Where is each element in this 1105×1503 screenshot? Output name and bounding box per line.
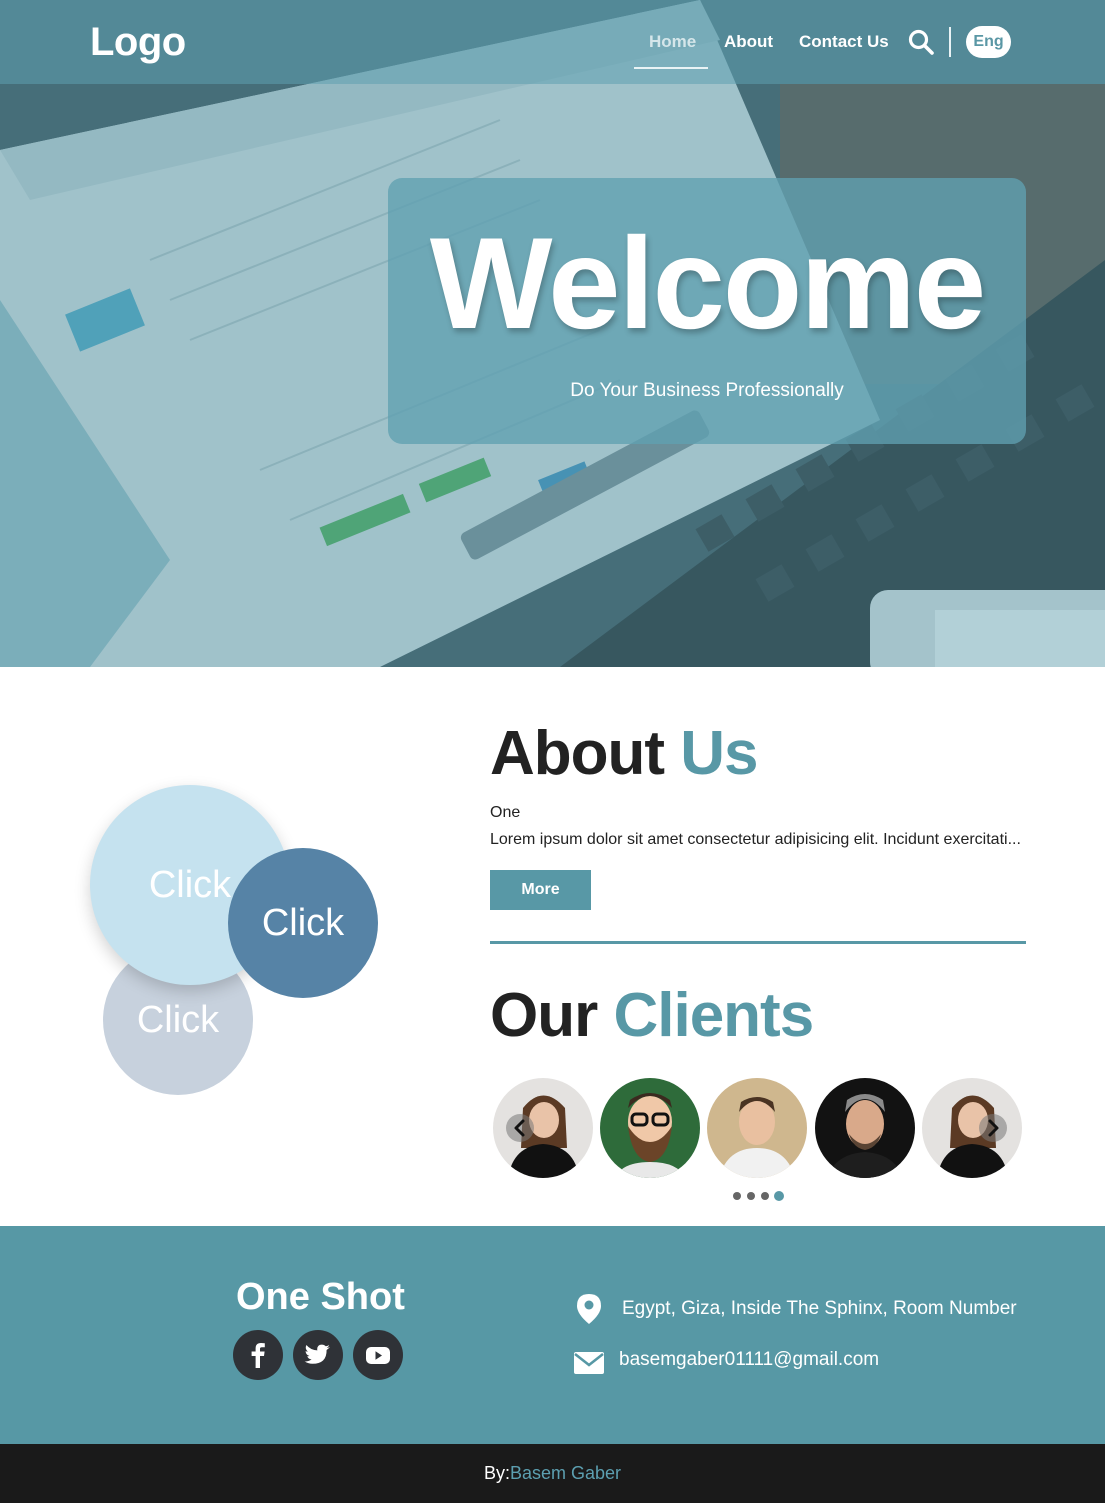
- click-circle-dark-blue[interactable]: Click: [228, 848, 378, 998]
- welcome-card: Welcome Do Your Business Professionally: [388, 178, 1026, 444]
- active-nav-indicator: [634, 67, 708, 69]
- footer-brand: One Shot: [236, 1276, 405, 1318]
- navbar: Logo Home About Contact Us Eng: [0, 0, 1105, 84]
- about-text: Lorem ipsum dolor sit amet consectetur a…: [490, 831, 1021, 848]
- credits-prefix: By:: [483, 1463, 510, 1483]
- youtube-icon[interactable]: [353, 1330, 403, 1380]
- section-divider: [490, 941, 1026, 944]
- more-button[interactable]: More: [490, 870, 591, 910]
- carousel-dot[interactable]: [761, 1192, 769, 1200]
- facebook-icon[interactable]: [233, 1330, 283, 1380]
- client-avatar[interactable]: [922, 1078, 1022, 1178]
- chevron-left-icon[interactable]: [506, 1114, 534, 1142]
- nav-separator: [949, 27, 951, 57]
- about-subheading: One: [490, 804, 521, 821]
- hero-subtitle: Do Your Business Professionally: [570, 380, 844, 401]
- email-link[interactable]: basemgaber01111@gmail.com: [619, 1349, 879, 1371]
- about-title-accent: Us: [680, 719, 758, 788]
- author-link[interactable]: Basem Gaber: [510, 1463, 621, 1483]
- location-pin-icon: [577, 1294, 601, 1324]
- search-icon[interactable]: [907, 28, 935, 56]
- credits-bar: By:Basem Gaber: [0, 1444, 1105, 1503]
- footer: One Shot Egypt, Giza, Inside The Sphinx,…: [0, 1226, 1105, 1444]
- carousel-dot[interactable]: [733, 1192, 741, 1200]
- carousel-dot-active[interactable]: [774, 1191, 784, 1201]
- nav-link-about[interactable]: About: [724, 32, 773, 52]
- client-avatar[interactable]: [600, 1078, 700, 1178]
- nav-link-contact-us[interactable]: Contact Us: [799, 32, 889, 52]
- chevron-right-icon[interactable]: [979, 1114, 1007, 1142]
- carousel-dot[interactable]: [747, 1192, 755, 1200]
- language-button[interactable]: Eng: [966, 26, 1011, 58]
- envelope-icon: [574, 1352, 604, 1374]
- about-title-main: About: [490, 719, 665, 788]
- client-avatar[interactable]: [815, 1078, 915, 1178]
- about-title: About Us: [490, 718, 759, 789]
- clients-title-main: Our: [490, 981, 598, 1050]
- clients-title-accent: Clients: [613, 981, 814, 1050]
- client-avatar[interactable]: [707, 1078, 807, 1178]
- hero-section: Logo Home About Contact Us Eng Welcome D…: [0, 0, 1105, 667]
- clients-title: Our Clients: [490, 980, 814, 1051]
- logo[interactable]: Logo: [90, 20, 186, 65]
- hero-title: Welcome: [429, 210, 986, 356]
- nav-link-home[interactable]: Home: [649, 32, 696, 52]
- twitter-icon[interactable]: [293, 1330, 343, 1380]
- address-text: Egypt, Giza, Inside The Sphinx, Room Num…: [622, 1298, 1017, 1319]
